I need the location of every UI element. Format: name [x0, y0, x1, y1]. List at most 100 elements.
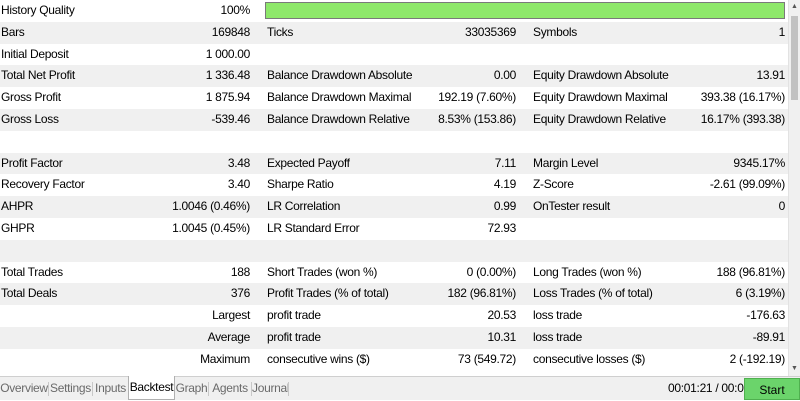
largest-label: Largest	[212, 308, 250, 323]
ticks-label: Ticks	[267, 24, 294, 39]
average-loss-trade-value: -89.91	[752, 329, 786, 344]
balance-drawdown-relative-value: 8.53% (153.86)	[438, 111, 516, 126]
backtest-report: History Quality 100% Bars 169848 Ticks 3…	[0, 0, 788, 376]
total-deals-value: 376	[230, 286, 250, 301]
z-score-label: Z-Score	[533, 177, 574, 192]
gross-loss-value: -539.46	[211, 111, 250, 126]
report-row-spacer	[0, 239, 788, 262]
z-score-value: -2.61 (99.09%)	[709, 177, 785, 192]
scroll-down-arrow-icon[interactable]: ▼	[789, 362, 800, 376]
profit-trades-label: Profit Trades (% of total)	[267, 286, 389, 301]
margin-level-label: Margin Level	[533, 155, 599, 170]
report-row: Total Deals 376 Profit Trades (% of tota…	[0, 283, 788, 306]
max-consecutive-losses-value: 2 (-192.19)	[729, 351, 786, 366]
long-trades-label: Long Trades (won %)	[533, 264, 642, 279]
equity-drawdown-absolute-value: 13.91	[756, 68, 785, 83]
profit-factor-value: 3.48	[227, 155, 250, 170]
total-net-profit-value: 1 336.48	[205, 68, 251, 83]
balance-drawdown-maximal-label: Balance Drawdown Maximal	[267, 90, 412, 105]
total-net-profit-label: Total Net Profit	[1, 68, 75, 83]
ahpr-label: AHPR	[1, 199, 34, 214]
lr-standard-error-label: LR Standard Error	[267, 220, 360, 235]
equity-drawdown-maximal-label: Equity Drawdown Maximal	[533, 90, 668, 105]
tab-graph[interactable]: Graph	[175, 377, 208, 400]
balance-drawdown-absolute-label: Balance Drawdown Absolute	[267, 68, 413, 83]
ghpr-value: 1.0045 (0.45%)	[172, 220, 250, 235]
recovery-factor-value: 3.40	[227, 177, 250, 192]
equity-drawdown-relative-value: 16.17% (393.38)	[700, 111, 786, 126]
symbols-label: Symbols	[533, 24, 577, 39]
lr-standard-error-value: 72.93	[487, 220, 516, 235]
equity-drawdown-absolute-label: Equity Drawdown Absolute	[533, 68, 669, 83]
initial-deposit-label: Initial Deposit	[1, 46, 69, 61]
loss-trades-value: 6 (3.19%)	[735, 286, 786, 301]
report-row: AHPR 1.0046 (0.46%) LR Correlation 0.99 …	[0, 196, 788, 218]
recovery-factor-label: Recovery Factor	[1, 177, 85, 192]
report-row: Recovery Factor 3.40 Sharpe Ratio 4.19 Z…	[0, 174, 788, 196]
balance-drawdown-absolute-value: 0.00	[493, 68, 516, 83]
lr-correlation-label: LR Correlation	[267, 199, 341, 214]
ticks-value: 33035369	[465, 24, 516, 39]
maximum-label: Maximum	[200, 351, 250, 366]
lr-correlation-value: 0.99	[493, 199, 516, 214]
scroll-up-arrow-icon[interactable]: ▲	[789, 0, 800, 14]
bottom-tab-bar: Overview Settings Inputs Backtest Graph …	[0, 376, 800, 400]
largest-loss-trade-value: -176.63	[746, 308, 785, 323]
initial-deposit-value: 1 000.00	[205, 46, 251, 61]
max-consecutive-wins-value: 73 (549.72)	[457, 351, 516, 366]
max-consecutive-wins-label: consecutive wins ($)	[267, 351, 370, 366]
tab-agents[interactable]: Agents	[209, 377, 251, 400]
equity-drawdown-relative-label: Equity Drawdown Relative	[533, 111, 666, 126]
tab-backtest[interactable]: Backtest	[128, 376, 175, 400]
tab-inputs[interactable]: Inputs	[93, 377, 128, 400]
bars-value: 169848	[211, 24, 251, 39]
balance-drawdown-relative-label: Balance Drawdown Relative	[267, 111, 410, 126]
expected-payoff-label: Expected Payoff	[267, 155, 350, 170]
report-row: Maximum consecutive wins ($) 73 (549.72)…	[0, 349, 788, 371]
bars-label: Bars	[1, 24, 25, 39]
report-row: Gross Loss -539.46 Balance Drawdown Rela…	[0, 108, 788, 131]
profit-trades-value: 182 (96.81%)	[447, 286, 517, 301]
report-row: Initial Deposit 1 000.00	[0, 44, 788, 66]
largest-profit-trade-label: profit trade	[267, 308, 321, 323]
equity-drawdown-maximal-value: 393.38 (16.17%)	[700, 90, 786, 105]
average-label: Average	[207, 329, 251, 344]
history-quality-label: History Quality	[1, 3, 75, 17]
history-quality-bar	[265, 2, 785, 19]
report-row-spacer	[0, 131, 788, 153]
gross-loss-label: Gross Loss	[1, 111, 59, 126]
vertical-scrollbar[interactable]: ▲ ▼	[788, 0, 800, 376]
expected-payoff-value: 7.11	[494, 155, 517, 170]
report-row: GHPR 1.0045 (0.45%) LR Standard Error 72…	[0, 218, 788, 240]
tab-overview[interactable]: Overview	[0, 377, 48, 400]
start-button[interactable]: Start	[744, 378, 800, 400]
tab-settings[interactable]: Settings	[49, 377, 92, 400]
loss-trades-label: Loss Trades (% of total)	[533, 286, 653, 301]
balance-drawdown-maximal-value: 192.19 (7.60%)	[438, 90, 516, 105]
margin-level-value: 9345.17%	[733, 155, 785, 170]
total-trades-value: 188	[230, 264, 250, 279]
ahpr-value: 1.0046 (0.46%)	[172, 199, 250, 214]
largest-profit-trade-value: 20.53	[487, 308, 516, 323]
report-row: Total Net Profit 1 336.48 Balance Drawdo…	[0, 65, 788, 88]
max-consecutive-losses-label: consecutive losses ($)	[533, 351, 646, 366]
ontester-result-label: OnTester result	[533, 199, 610, 214]
history-quality-bar-fill	[266, 3, 784, 18]
history-quality-value: 100%	[220, 3, 251, 17]
sharpe-ratio-value: 4.19	[493, 177, 516, 192]
gross-profit-label: Gross Profit	[1, 90, 61, 105]
short-trades-value: 0 (0.00%)	[466, 264, 517, 279]
tab-separator	[288, 382, 289, 396]
report-row: Largest profit trade 20.53 loss trade -1…	[0, 305, 788, 327]
report-row: History Quality 100%	[0, 0, 788, 22]
symbols-value: 1	[778, 24, 786, 39]
total-trades-label: Total Trades	[1, 264, 63, 279]
ghpr-label: GHPR	[1, 220, 35, 235]
average-profit-trade-value: 10.31	[487, 329, 516, 344]
scrollbar-thumb[interactable]	[791, 16, 798, 100]
tab-journal[interactable]: Journal	[252, 377, 290, 400]
total-deals-label: Total Deals	[1, 286, 58, 301]
ontester-result-value: 0	[778, 199, 786, 214]
report-row: Bars 169848 Ticks 33035369 Symbols 1	[0, 21, 788, 44]
short-trades-label: Short Trades (won %)	[267, 264, 378, 279]
